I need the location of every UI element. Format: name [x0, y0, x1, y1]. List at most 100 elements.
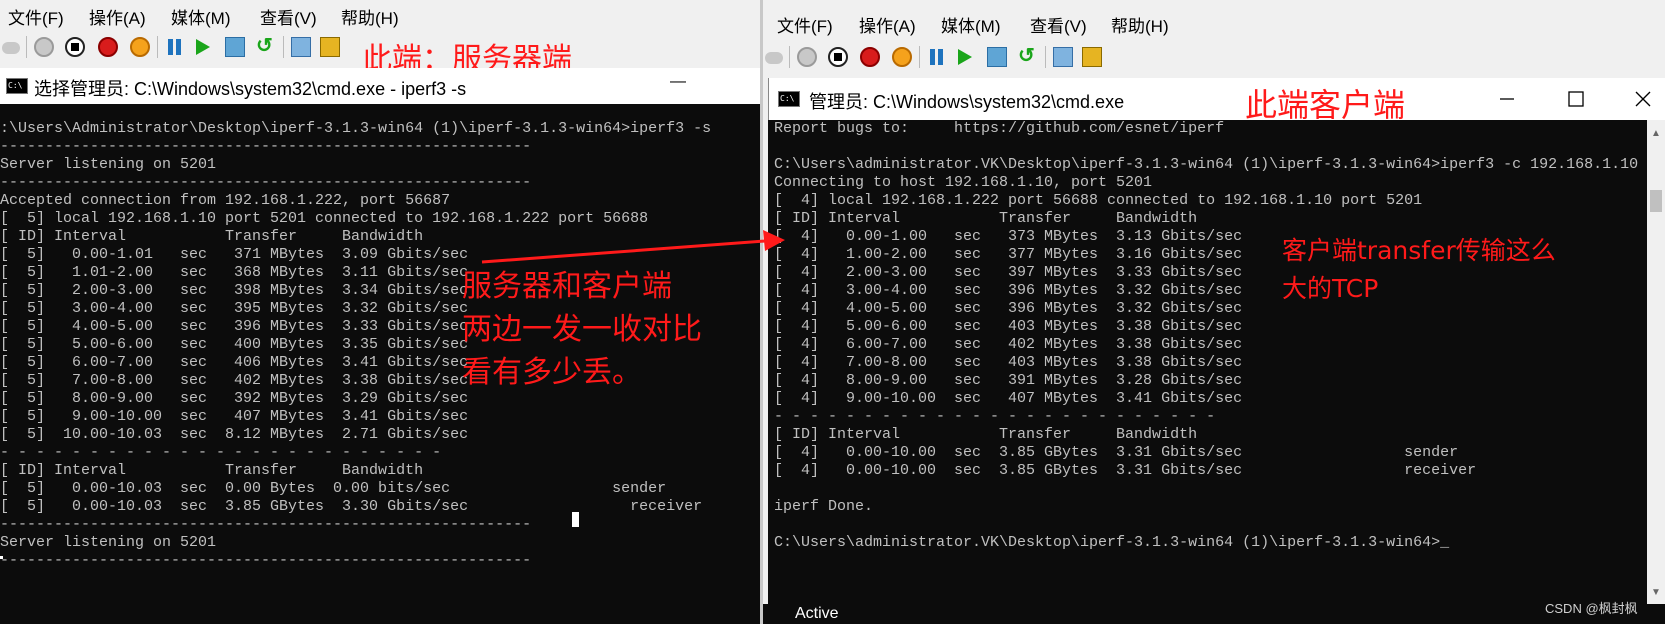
- right-toolbar: ↺: [763, 38, 1665, 74]
- close-icon[interactable]: [1631, 87, 1655, 111]
- console-line: [ 4] local 192.168.1.222 port 56688 conn…: [774, 192, 1423, 209]
- enhanced-session-icon[interactable]: [291, 37, 311, 57]
- resume-icon[interactable]: [193, 37, 213, 57]
- client-console[interactable]: Report bugs to: https://github.com/esnet…: [768, 120, 1647, 604]
- transfer-annotation-line-2: 大的TCP: [1282, 274, 1379, 303]
- start-icon[interactable]: [34, 37, 54, 57]
- console-line: [ 4] 9.00-10.00 sec 407 MBytes 3.41 Gbit…: [774, 390, 1243, 407]
- start-icon[interactable]: [797, 47, 817, 67]
- console-line: Connecting to host 192.168.1.10, port 52…: [774, 174, 1153, 191]
- menu-action[interactable]: 操作(A): [859, 12, 916, 37]
- compare-annotation: 服务器和客户端 两边一发一收对比 看有多少丢。: [462, 265, 702, 394]
- compare-annotation-line-3: 看有多少丢。: [462, 355, 642, 390]
- console-cursor-mark: [0, 556, 3, 559]
- console-line: ----------------------------------------…: [0, 516, 532, 533]
- console-line: [ ID] Interval Transfer Bandwidth: [0, 228, 424, 245]
- shutdown-icon[interactable]: [98, 37, 118, 57]
- minimize-icon[interactable]: [1495, 87, 1519, 111]
- menu-action[interactable]: 操作(A): [89, 4, 146, 29]
- console-line: Accepted connection from 192.168.1.222, …: [0, 192, 451, 209]
- console-line: :\Users\Administrator\Desktop\iperf-3.1.…: [0, 120, 712, 137]
- console-line: [ 5] 0.00-10.03 sec 3.85 GBytes 3.30 Gbi…: [0, 498, 703, 515]
- client-side-annotation: 此端客户端: [1245, 86, 1406, 124]
- share-icon[interactable]: [320, 37, 340, 57]
- cmd-icon: C:\: [6, 78, 28, 94]
- cmd-icon: C:\: [778, 91, 800, 107]
- maximize-icon[interactable]: [1564, 87, 1588, 111]
- scrollbar-thumb[interactable]: [1650, 190, 1662, 212]
- menu-help[interactable]: 帮助(H): [1111, 12, 1169, 37]
- console-line: Server listening on 5201: [0, 156, 217, 173]
- transfer-annotation-line-1: 客户端transfer传输这么: [1282, 236, 1556, 265]
- ctrl-alt-del-icon[interactable]: [2, 42, 20, 54]
- menu-help[interactable]: 帮助(H): [341, 4, 399, 29]
- client-vm-window: 文件(F) 操作(A) 媒体(M) 查看(V) 帮助(H) ↺ C:\ 管理员:…: [763, 0, 1665, 624]
- console-line: [ 5] local 192.168.1.10 port 5201 connec…: [0, 210, 649, 227]
- share-icon[interactable]: [1082, 47, 1102, 67]
- console-line: [ ID] Interval Transfer Bandwidth: [774, 426, 1198, 443]
- console-line: ----------------------------------------…: [0, 174, 532, 191]
- enhanced-session-icon[interactable]: [1053, 47, 1073, 67]
- right-cmd-titlebar: C:\ 管理员: C:\Windows\system32\cmd.exe: [768, 78, 1665, 120]
- save-state-icon[interactable]: [892, 47, 912, 67]
- pause-icon[interactable]: [927, 47, 947, 67]
- client-console-output: Report bugs to: https://github.com/esnet…: [774, 120, 1638, 552]
- console-line: [ 5] 0.00-1.01 sec 371 MBytes 3.09 Gbits…: [0, 246, 469, 263]
- right-window-title: 管理员: C:\Windows\system32\cmd.exe: [809, 92, 1125, 112]
- pause-icon[interactable]: [165, 37, 185, 57]
- console-line: Server listening on 5201: [0, 534, 217, 551]
- menu-view[interactable]: 查看(V): [260, 4, 317, 29]
- turn-off-icon[interactable]: [828, 47, 848, 67]
- console-line: ----------------------------------------…: [0, 552, 532, 569]
- shutdown-icon[interactable]: [860, 47, 880, 67]
- console-line: [ 4] 0.00-10.00 sec 3.85 GBytes 3.31 Gbi…: [774, 462, 1477, 479]
- console-line: ----------------------------------------…: [0, 138, 532, 155]
- save-state-icon[interactable]: [130, 37, 150, 57]
- console-line: Report bugs to: https://github.com/esnet…: [774, 120, 1225, 137]
- resume-icon[interactable]: [955, 47, 975, 67]
- console-line: [ ID] Interval Transfer Bandwidth: [774, 210, 1198, 227]
- right-menubar: 文件(F) 操作(A) 媒体(M) 查看(V) 帮助(H): [763, 8, 1665, 36]
- console-line: [ 4] 5.00-6.00 sec 403 MBytes 3.38 Gbits…: [774, 318, 1243, 335]
- console-line: [ ID] Interval Transfer Bandwidth: [0, 462, 424, 479]
- checkpoint-icon[interactable]: [987, 47, 1007, 67]
- desktop-strip: [763, 604, 1665, 624]
- console-cursor: [572, 512, 579, 527]
- console-line: C:\Users\administrator.VK\Desktop\iperf-…: [774, 156, 1639, 173]
- left-cmd-titlebar: C:\ 选择管理员: C:\Windows\system32\cmd.exe -…: [0, 68, 760, 104]
- revert-icon[interactable]: ↺: [1018, 46, 1038, 66]
- checkpoint-icon[interactable]: [225, 37, 245, 57]
- console-line: iperf Done.: [774, 498, 874, 515]
- revert-icon[interactable]: ↺: [256, 36, 276, 56]
- console-line: [ 5] 0.00-10.03 sec 0.00 Bytes 0.00 bits…: [0, 480, 667, 497]
- menu-file[interactable]: 文件(F): [777, 12, 833, 37]
- left-window-title: 选择管理员: C:\Windows\system32\cmd.exe - ipe…: [34, 79, 467, 99]
- console-line: [ 4] 0.00-10.00 sec 3.85 GBytes 3.31 Gbi…: [774, 444, 1459, 461]
- menu-media[interactable]: 媒体(M): [171, 4, 230, 29]
- minimize-button[interactable]: —: [670, 73, 686, 91]
- console-line: [ 4] 8.00-9.00 sec 391 MBytes 3.28 Gbits…: [774, 372, 1243, 389]
- console-line: - - - - - - - - - - - - - - - - - - - - …: [0, 444, 442, 461]
- console-line: [ 4] 6.00-7.00 sec 402 MBytes 3.38 Gbits…: [774, 336, 1243, 353]
- server-vm-window: 文件(F) 操作(A) 媒体(M) 查看(V) 帮助(H) ↺ 此端：服务器端 …: [0, 0, 762, 624]
- csdn-watermark: CSDN @枫封枫: [1545, 601, 1638, 616]
- ctrl-alt-del-icon[interactable]: [765, 52, 783, 64]
- turn-off-icon[interactable]: [65, 37, 85, 57]
- console-line: [ 4] 7.00-8.00 sec 403 MBytes 3.38 Gbits…: [774, 354, 1243, 371]
- console-scrollbar[interactable]: ▲ ▼: [1647, 120, 1665, 604]
- console-line: [ 5] 9.00-10.00 sec 407 MBytes 3.41 Gbit…: [0, 408, 469, 425]
- console-line: C:\Users\administrator.VK\Desktop\iperf-…: [774, 534, 1450, 551]
- left-menubar: 文件(F) 操作(A) 媒体(M) 查看(V) 帮助(H): [0, 0, 762, 28]
- compare-annotation-line-1: 服务器和客户端: [462, 269, 672, 304]
- activate-windows-text: Active: [795, 605, 839, 622]
- menu-media[interactable]: 媒体(M): [941, 12, 1000, 37]
- compare-annotation-line-2: 两边一发一收对比: [462, 312, 702, 347]
- menu-view[interactable]: 查看(V): [1030, 12, 1087, 37]
- menu-file[interactable]: 文件(F): [8, 4, 64, 29]
- transfer-annotation: 客户端transfer传输这么 大的TCP: [1282, 232, 1556, 308]
- console-line: - - - - - - - - - - - - - - - - - - - - …: [774, 408, 1216, 425]
- console-line: [ 5] 10.00-10.03 sec 8.12 MBytes 2.71 Gb…: [0, 426, 469, 443]
